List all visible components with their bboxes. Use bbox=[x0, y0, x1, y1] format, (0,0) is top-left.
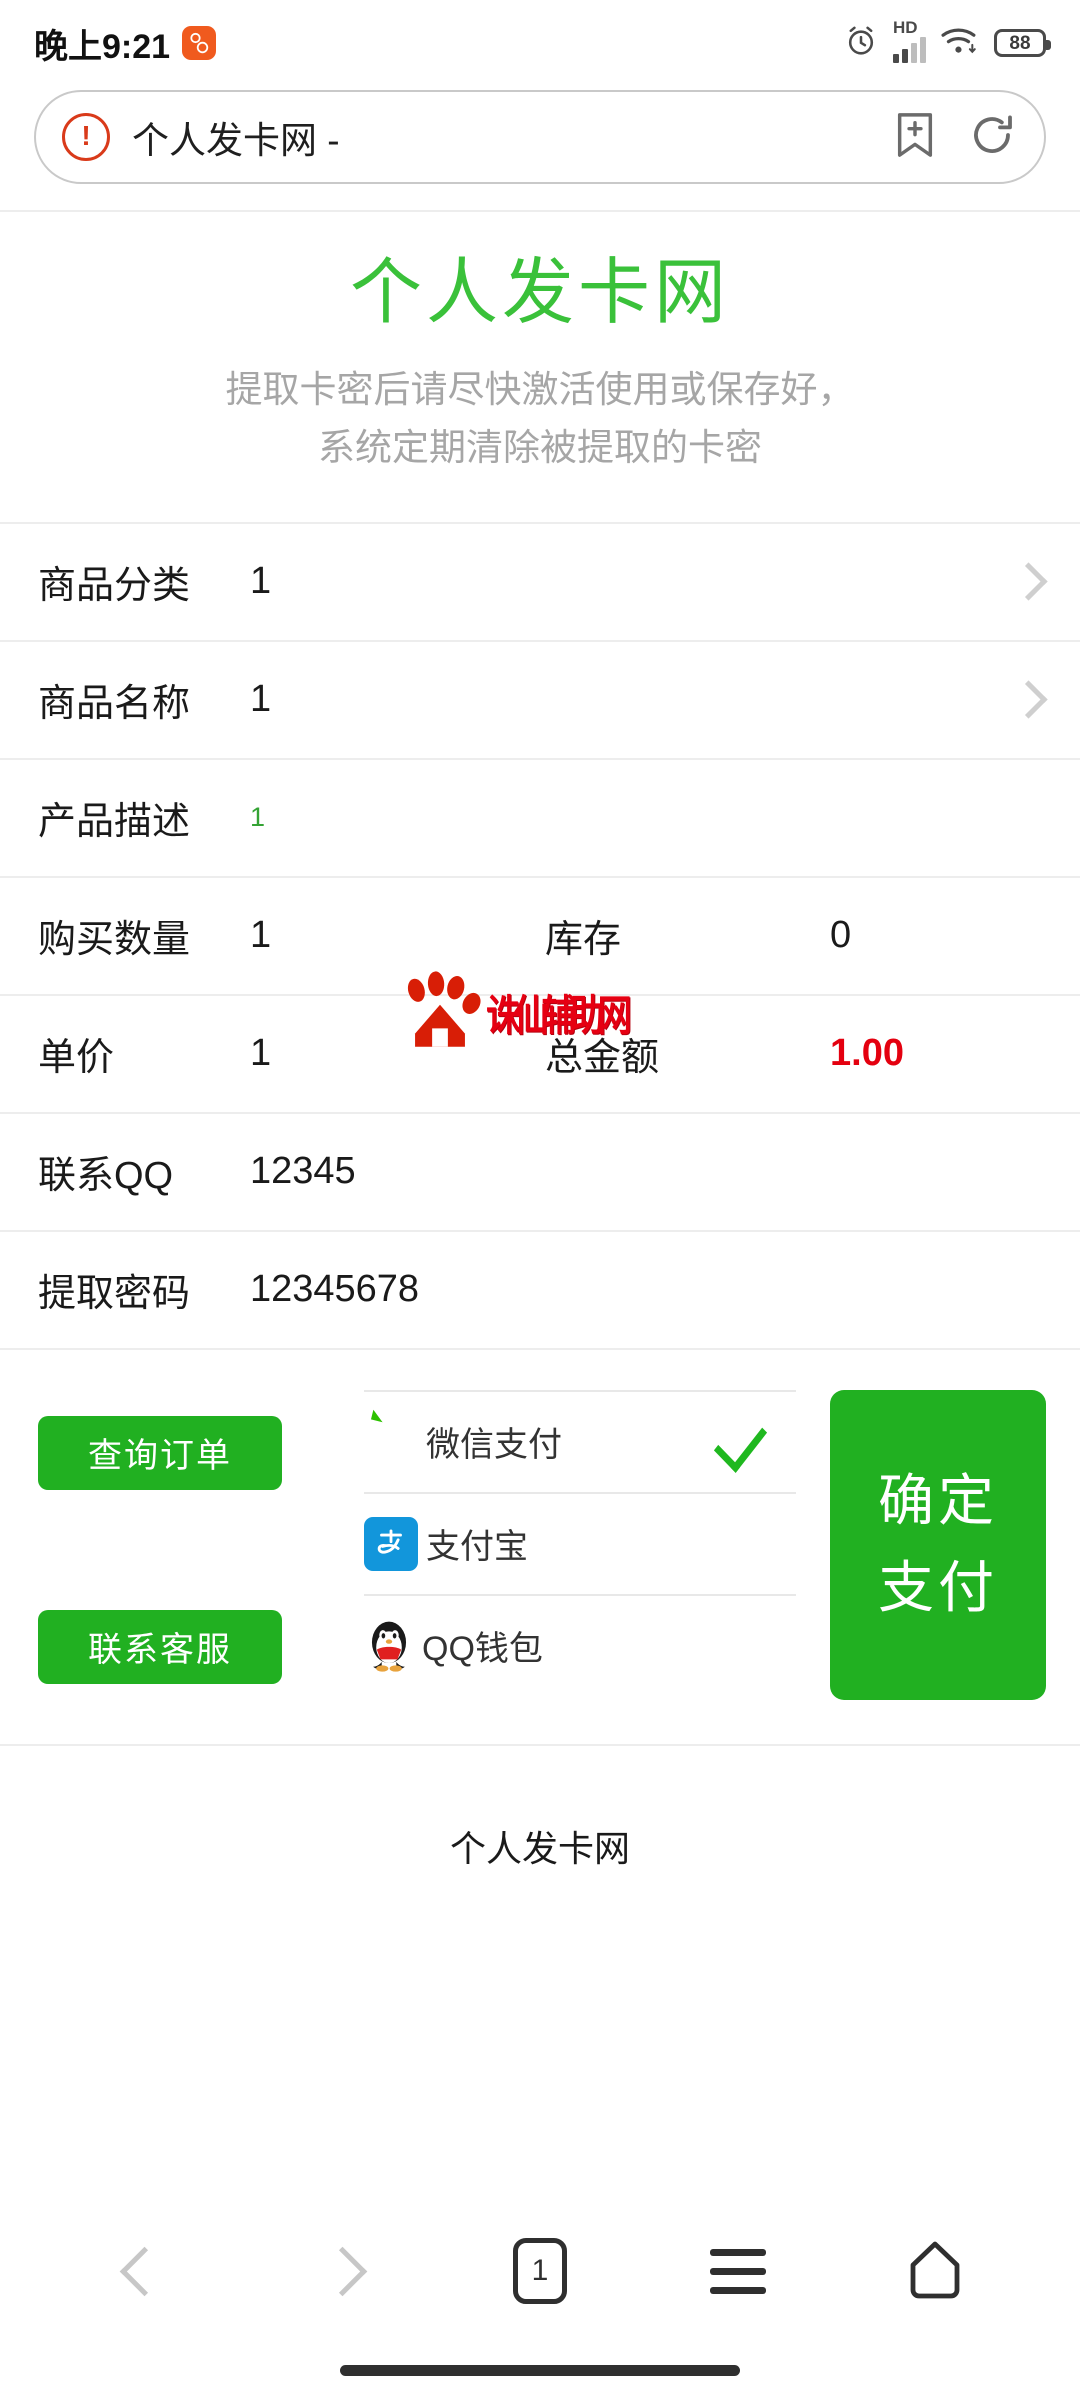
form-row-price-total: 单价 1 总金额 1.00 诛仙辅助网 bbox=[0, 971, 1080, 1112]
insecure-warning-icon[interactable]: ! bbox=[62, 113, 110, 161]
payment-method-wechat[interactable]: 微信支付 bbox=[364, 1389, 796, 1492]
field-label: 单价 bbox=[38, 1037, 115, 1080]
field-value[interactable]: 12345 bbox=[250, 1150, 356, 1193]
payment-section: 查询订单 联系客服 微信支付 支付宝 QQ钱包 确定 支付 bbox=[0, 1347, 1080, 1744]
site-subtitle-line1: 提取卡密后请尽快激活使用或保存好， bbox=[225, 369, 855, 411]
payment-method-qq-wallet[interactable]: QQ钱包 bbox=[364, 1593, 796, 1696]
network-type-label: HD bbox=[893, 18, 918, 37]
site-subtitle-line2: 系统定期清除被提取的卡密 bbox=[318, 426, 762, 468]
warning-glyph: ! bbox=[81, 120, 91, 151]
field-label: 商品分类 bbox=[38, 565, 191, 608]
wifi-icon bbox=[940, 25, 980, 62]
forward-button[interactable] bbox=[282, 2216, 402, 2326]
signal-bars-icon: HD bbox=[893, 19, 926, 63]
confirm-pay-line1: 确定 bbox=[878, 1469, 998, 1533]
home-button[interactable] bbox=[875, 2216, 995, 2326]
form-row-contact-qq[interactable]: 联系QQ 12345 bbox=[0, 1111, 1080, 1230]
menu-button[interactable] bbox=[678, 2216, 798, 2326]
alarm-clock-icon bbox=[843, 23, 879, 64]
back-chevron-icon bbox=[120, 2246, 170, 2296]
stock-label: 库存 bbox=[545, 919, 622, 962]
field-label: 联系QQ bbox=[38, 1155, 174, 1198]
wechat-pay-icon bbox=[364, 1415, 418, 1469]
order-form: 商品分类 1 商品名称 1 产品描述 1 购买数量 1 库存 0 单价 1 总金… bbox=[0, 521, 1080, 1348]
qq-badge-icon bbox=[182, 26, 217, 60]
payment-method-label: QQ钱包 bbox=[422, 1630, 543, 1669]
form-row-category[interactable]: 商品分类 1 bbox=[0, 521, 1080, 640]
webpage-content: 个人发卡网 提取卡密后请尽快激活使用或保存好， 系统定期清除被提取的卡密 商品分… bbox=[0, 210, 1080, 1942]
confirm-pay-container: 确定 支付 bbox=[806, 1389, 1046, 1700]
payment-method-alipay[interactable]: 支付宝 bbox=[364, 1491, 796, 1594]
field-value[interactable]: 12345678 bbox=[250, 1268, 419, 1311]
refresh-icon[interactable] bbox=[968, 111, 1016, 164]
address-bar-icons bbox=[892, 110, 1016, 165]
tab-count-label: 1 bbox=[512, 2238, 567, 2304]
selected-check-icon bbox=[713, 1410, 768, 1474]
field-value: 1 bbox=[250, 678, 272, 721]
page-title[interactable]: 个人发卡网 - bbox=[132, 110, 892, 164]
hero-section: 个人发卡网 提取卡密后请尽快激活使用或保存好， 系统定期清除被提取的卡密 bbox=[0, 212, 1080, 498]
query-order-button[interactable]: 查询订单 bbox=[38, 1415, 282, 1490]
address-bar-container: ! 个人发卡网 - bbox=[0, 86, 1080, 210]
contact-support-button[interactable]: 联系客服 bbox=[38, 1609, 282, 1684]
address-bar[interactable]: ! 个人发卡网 - bbox=[34, 90, 1046, 184]
status-bar-right: HD 88 bbox=[843, 19, 1051, 64]
confirm-pay-line2: 支付 bbox=[878, 1555, 998, 1619]
total-amount-label: 总金额 bbox=[545, 1037, 660, 1080]
qq-wallet-icon bbox=[364, 1618, 414, 1674]
form-row-extract-password[interactable]: 提取密码 12345678 bbox=[0, 1229, 1080, 1348]
total-amount-value: 1.00 bbox=[830, 1032, 904, 1075]
confirm-pay-button[interactable]: 确定 支付 bbox=[830, 1389, 1046, 1700]
field-value: 1 bbox=[250, 802, 266, 833]
field-label: 购买数量 bbox=[38, 919, 191, 962]
chevron-right-icon[interactable] bbox=[1009, 562, 1048, 601]
form-row-description: 产品描述 1 bbox=[0, 757, 1080, 876]
battery-level-label: 88 bbox=[1009, 32, 1031, 54]
status-bar-left: 晚上9:21 bbox=[34, 19, 217, 68]
payment-method-list: 微信支付 支付宝 QQ钱包 bbox=[338, 1389, 806, 1700]
tabs-button[interactable]: 1 bbox=[480, 2216, 600, 2326]
hamburger-menu-icon bbox=[709, 2248, 766, 2294]
field-value[interactable]: 1 bbox=[250, 914, 271, 957]
gesture-bar bbox=[340, 2365, 740, 2376]
back-button[interactable] bbox=[85, 2216, 205, 2326]
field-value: 1 bbox=[250, 560, 272, 603]
form-row-quantity-stock[interactable]: 购买数量 1 库存 0 bbox=[0, 875, 1080, 994]
browser-bottom-nav: 1 bbox=[0, 2206, 1080, 2336]
secondary-actions: 查询订单 联系客服 bbox=[38, 1390, 338, 1700]
form-row-product-name[interactable]: 商品名称 1 bbox=[0, 639, 1080, 758]
field-label: 商品名称 bbox=[38, 683, 191, 726]
field-label: 提取密码 bbox=[38, 1273, 191, 1316]
payment-method-label: 支付宝 bbox=[426, 1528, 528, 1567]
chevron-right-icon[interactable] bbox=[1009, 680, 1048, 719]
status-bar: 晚上9:21 HD 88 bbox=[0, 0, 1080, 86]
field-label: 产品描述 bbox=[38, 801, 191, 844]
payment-method-label: 微信支付 bbox=[426, 1426, 562, 1465]
home-icon bbox=[905, 2239, 965, 2304]
alipay-icon bbox=[364, 1516, 418, 1571]
battery-icon: 88 bbox=[994, 29, 1051, 57]
page-footer: 个人发卡网 bbox=[0, 1743, 1080, 1942]
status-time: 晚上9:21 bbox=[34, 27, 171, 66]
forward-chevron-icon bbox=[317, 2246, 368, 2296]
field-value: 1 bbox=[250, 1032, 272, 1075]
site-title: 个人发卡网 bbox=[349, 253, 730, 333]
add-bookmark-icon[interactable] bbox=[892, 110, 938, 165]
stock-value: 0 bbox=[830, 914, 852, 957]
